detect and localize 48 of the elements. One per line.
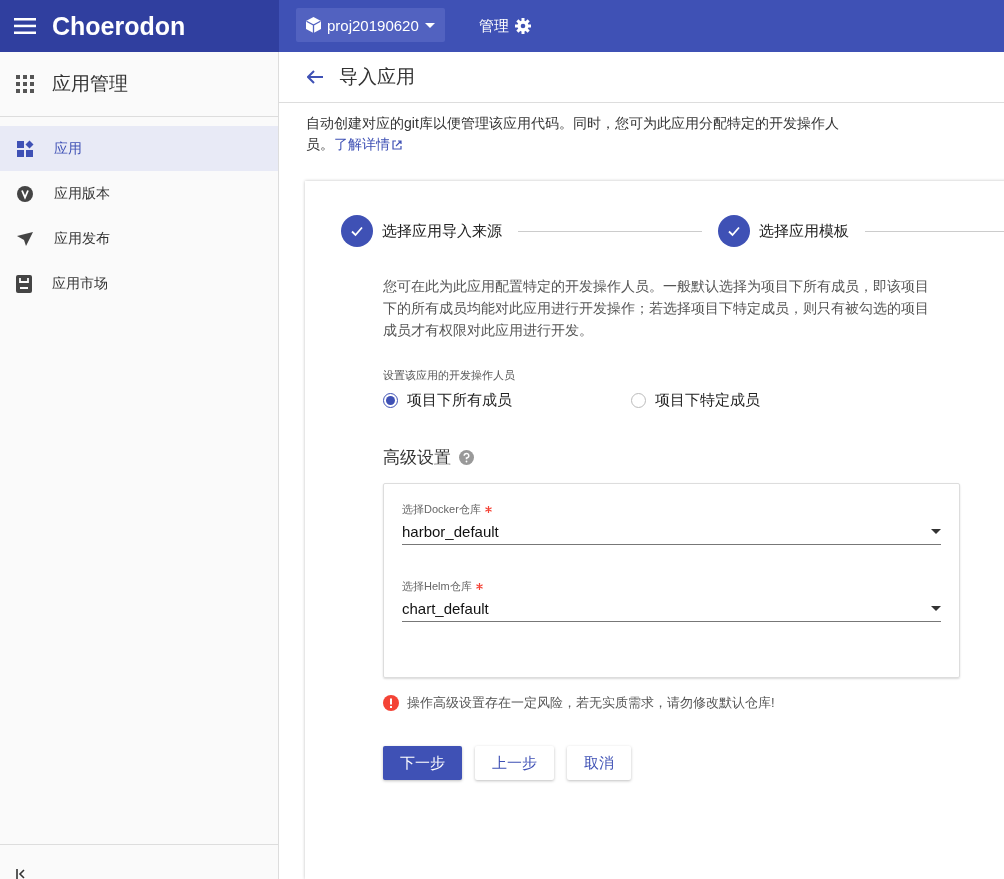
settings-icon (514, 18, 531, 34)
radio-label[interactable]: 项目下所有成员 (407, 391, 512, 410)
step-label: 选择应用模板 (759, 221, 849, 241)
form-button[interactable]: 下一步 (383, 746, 462, 780)
intro-text: 自动创建对应的git库以便管理该应用代码。同时，您可为此应用分配特定的开发操作人员。了解详情 (306, 113, 858, 155)
project-selector[interactable]: proj20190620 (296, 8, 445, 42)
warning-text: 操作高级设置存在一定风险，若无实质需求，请勿修改默认仓库! (407, 694, 775, 712)
description-text: 您可在此为此应用配置特定的开发操作人员。一般默认选择为项目下所有成员，即该项目下的所有成员均能对此应用进行开发操作；若选择项目下特定成员，则只有被勾选的项目成员才有权限对此应用进行开发。 (383, 277, 930, 340)
app-name: Choerodon (52, 11, 186, 41)
send-icon (16, 230, 34, 247)
collapse-icon[interactable] (16, 869, 26, 879)
field-label: 设置该应用的开发操作人员 (383, 368, 516, 383)
select-field[interactable]: 选择Docker仓库 harbor_default (402, 502, 941, 545)
learn-more-link[interactable]: 了解详情 (334, 134, 403, 155)
step-label: 选择应用导入来源 (382, 221, 502, 241)
cube-icon (306, 17, 321, 33)
caret-icon (424, 22, 435, 28)
radio-label[interactable]: 项目下特定成员 (655, 391, 760, 410)
store-icon (16, 274, 32, 293)
sidebar-item[interactable]: 应用发布 (0, 216, 278, 261)
page-title: 导入应用 (339, 65, 415, 89)
section-title: 高级设置 (383, 447, 451, 469)
menu-icon[interactable] (14, 18, 36, 34)
error-icon (383, 695, 399, 711)
back-arrow-icon[interactable] (307, 70, 323, 84)
select-value: chart_default (402, 600, 489, 617)
sidebar-item[interactable]: 应用版本 (0, 171, 278, 216)
sidebar-item[interactable]: 应用 (0, 126, 278, 171)
select-value: harbor_default (402, 523, 499, 540)
manage-button[interactable]: 管理 (472, 0, 537, 52)
select-field[interactable]: 选择Helm仓库 chart_default (402, 579, 941, 622)
external-link-icon (391, 138, 403, 151)
sidebar-title: 应用管理 (52, 72, 128, 96)
caret-icon (931, 606, 941, 611)
widgets-icon (16, 139, 34, 158)
select-label: 选择Docker仓库 (402, 503, 481, 515)
caret-icon (931, 529, 941, 534)
sidebar-item-label: 应用发布 (54, 229, 110, 248)
help-icon[interactable] (459, 450, 474, 465)
sidebar-item[interactable]: 应用市场 (0, 261, 278, 306)
form-button[interactable]: 上一步 (475, 746, 554, 780)
sidebar-item-label: 应用 (54, 139, 82, 158)
form-button[interactable]: 取消 (567, 746, 631, 780)
grid-icon[interactable] (16, 75, 34, 93)
sidebar-item-label: 应用版本 (54, 184, 110, 203)
sidebar-item-label: 应用市场 (52, 274, 108, 293)
version-icon (16, 184, 34, 203)
select-label: 选择Helm仓库 (402, 580, 472, 592)
